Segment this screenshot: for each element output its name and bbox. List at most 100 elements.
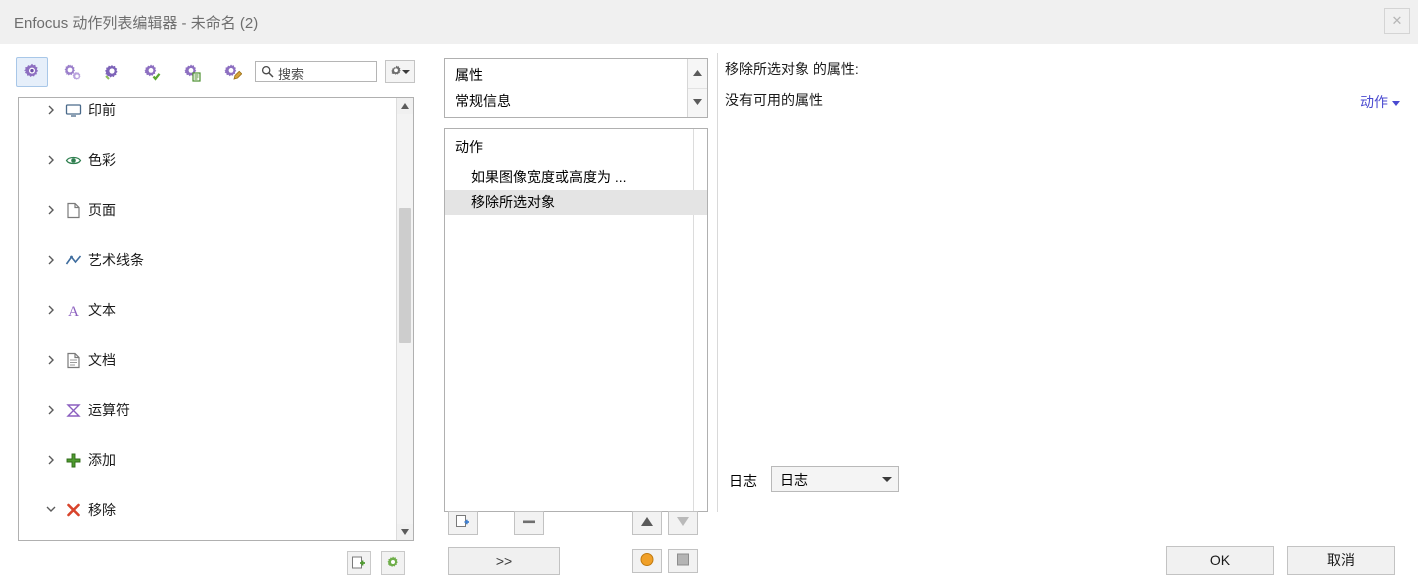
chevron-right-icon[interactable] <box>43 98 59 123</box>
spinner-up-icon[interactable] <box>688 59 707 89</box>
add-action-icon <box>455 514 471 533</box>
orange-circle-icon <box>639 552 655 571</box>
action-expand-button[interactable]: >> <box>448 547 560 575</box>
window-titlebar: Enfocus 动作列表编辑器 - 未命名 (2) ✕ <box>0 0 1418 45</box>
tree-item-1[interactable]: 色彩 <box>19 148 397 173</box>
action-list-panel[interactable]: 动作 如果图像宽度或高度为 ... 移除所选对象 <box>444 128 708 512</box>
gear-doc-icon <box>182 62 202 82</box>
action-remove-button[interactable] <box>514 511 544 535</box>
toolbar-btn-3[interactable] <box>96 57 128 87</box>
chevron-right-icon[interactable] <box>43 448 59 473</box>
action-move-up-button[interactable] <box>632 511 662 535</box>
gray-square-icon <box>675 552 691 571</box>
tree-scrollbar-thumb[interactable] <box>399 208 411 343</box>
tree-item-label: 文本 <box>88 302 116 318</box>
tree-item-label: 色彩 <box>88 152 116 168</box>
triangle-up-icon <box>640 516 654 531</box>
search-icon <box>261 65 274 78</box>
gears-purple-icon <box>62 62 82 82</box>
search-input[interactable]: 搜索 <box>255 61 377 82</box>
properties-header-row2: 常规信息 <box>455 93 511 109</box>
tree-settings-button[interactable] <box>381 551 405 575</box>
action-library-tree[interactable]: 印前 色彩 页面 艺术线条 A 文本 文档 运算符 添加 移除 <box>18 97 414 541</box>
tree-item-8[interactable]: 移除 <box>19 498 397 523</box>
tree-item-label: 运算符 <box>88 402 130 418</box>
document-icon <box>65 352 82 369</box>
action-add-button[interactable] <box>448 511 478 535</box>
action-list-row-label: 移除所选对象 <box>471 194 555 210</box>
window-close-button[interactable]: ✕ <box>1384 8 1410 34</box>
toolbar-btn-5[interactable] <box>176 57 208 87</box>
toolbar-settings-dropdown[interactable] <box>385 60 415 83</box>
gear-pencil-icon <box>222 62 243 82</box>
scroll-up-arrow-icon[interactable] <box>397 98 413 114</box>
minus-icon <box>521 514 537 533</box>
linework-icon <box>65 252 82 269</box>
svg-text:A: A <box>68 304 79 319</box>
action-move-down-button[interactable] <box>668 511 698 535</box>
tree-item-6[interactable]: 运算符 <box>19 398 397 423</box>
chevron-down-icon <box>1392 100 1400 106</box>
chevron-right-icon[interactable] <box>43 298 59 323</box>
chevron-right-icon[interactable] <box>43 248 59 273</box>
tree-item-label: 移除 <box>88 502 116 518</box>
page-icon <box>65 202 82 219</box>
tree-list: 印前 色彩 页面 艺术线条 A 文本 文档 运算符 添加 移除 <box>19 98 397 523</box>
remove-x-icon <box>65 502 82 519</box>
tree-item-label: 印前 <box>88 102 116 118</box>
toolbar-btn-4[interactable] <box>136 57 168 87</box>
tree-item-4[interactable]: A 文本 <box>19 298 397 323</box>
spinner-down-icon[interactable] <box>688 88 707 117</box>
log-select-value: 日志 <box>780 472 808 488</box>
gear-small-icon <box>102 62 122 82</box>
toolbar-btn-2[interactable] <box>56 57 88 87</box>
action-list-row-1[interactable]: 移除所选对象 <box>445 190 707 215</box>
properties-header-panel[interactable]: 属性 常规信息 <box>444 58 708 118</box>
ok-button[interactable]: OK <box>1166 546 1274 575</box>
action-list-row-label: 如果图像宽度或高度为 ... <box>471 169 627 185</box>
tree-item-label: 添加 <box>88 452 116 468</box>
add-item-icon <box>351 555 367 571</box>
toolbar-btn-1[interactable] <box>16 57 48 87</box>
chevron-down-icon[interactable] <box>43 498 59 523</box>
cancel-button[interactable]: 取消 <box>1287 546 1395 575</box>
tree-item-label: 艺术线条 <box>88 252 144 268</box>
action-list-row-0[interactable]: 如果图像宽度或高度为 ... <box>445 165 707 190</box>
action-gray-button[interactable] <box>668 549 698 573</box>
log-label: 日志 <box>729 473 757 489</box>
action-menu-link[interactable]: 动作 <box>1360 92 1400 112</box>
chevron-right-icon[interactable] <box>43 348 59 373</box>
properties-detail-title: 移除所选对象 的属性: <box>725 61 859 77</box>
text-a-icon: A <box>65 302 82 320</box>
gear-green-icon <box>385 555 401 571</box>
tree-item-7[interactable]: 添加 <box>19 448 397 473</box>
tree-item-3[interactable]: 艺术线条 <box>19 248 397 273</box>
log-select[interactable]: 日志 <box>771 466 899 492</box>
tree-item-2[interactable]: 页面 <box>19 198 397 223</box>
search-placeholder-text: 搜索 <box>278 67 305 82</box>
operator-icon <box>65 402 82 419</box>
tree-scrollbar[interactable] <box>396 98 413 540</box>
tree-item-5[interactable]: 文档 <box>19 348 397 373</box>
chevron-down-icon <box>402 70 410 74</box>
chevron-right-icon[interactable] <box>43 398 59 423</box>
toolbar-btn-6[interactable] <box>216 57 248 87</box>
chevron-right-icon[interactable] <box>43 148 59 173</box>
plus-green-icon <box>65 452 82 469</box>
properties-header-spinner[interactable] <box>687 59 707 117</box>
action-list-title: 动作 <box>455 139 483 155</box>
gear-purple-icon <box>22 62 42 82</box>
properties-detail-panel <box>717 53 1401 512</box>
action-menu-link-label: 动作 <box>1360 94 1388 110</box>
window-title: Enfocus 动作列表编辑器 - 未命名 (2) <box>14 15 259 32</box>
chevron-down-icon <box>882 477 892 482</box>
triangle-down-icon <box>676 516 690 531</box>
monitor-icon <box>65 102 82 119</box>
tree-add-button[interactable] <box>347 551 371 575</box>
tree-item-0[interactable]: 印前 <box>19 98 397 123</box>
tree-item-label: 页面 <box>88 202 116 218</box>
eye-icon <box>65 152 82 169</box>
chevron-right-icon[interactable] <box>43 198 59 223</box>
scroll-down-arrow-icon[interactable] <box>397 524 413 540</box>
action-orange-button[interactable] <box>632 549 662 573</box>
